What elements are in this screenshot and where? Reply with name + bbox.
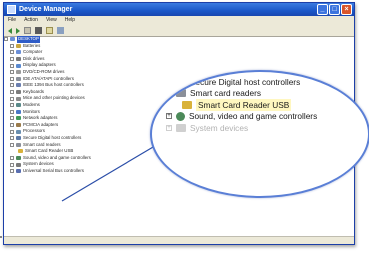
expand-icon[interactable]: + xyxy=(166,78,172,85)
expand-icon[interactable]: + xyxy=(166,113,172,120)
sd-controller-icon xyxy=(176,77,186,86)
zoom-row-sound-video[interactable]: + Sound, video and game controllers xyxy=(166,111,317,123)
zoom-callout: + Secure Digital host controllers − Smar… xyxy=(150,70,369,198)
usb-reader-icon xyxy=(182,100,192,109)
zoom-row-label: Secure Digital host controllers xyxy=(190,76,301,87)
zoom-row-system-devices[interactable]: + System devices xyxy=(166,122,317,134)
collapse-icon[interactable]: − xyxy=(166,90,172,97)
zoom-row-label: Smart Card Reader USB xyxy=(196,98,292,111)
system-icon xyxy=(176,123,186,132)
zoom-row-smart-card-reader-usb[interactable]: Smart Card Reader USB xyxy=(166,98,317,111)
zoom-row-label: Smart card readers xyxy=(190,88,262,99)
zoom-row-label: Sound, video and game controllers xyxy=(189,111,318,122)
zoom-row-smart-card-readers[interactable]: − Smart card readers xyxy=(166,88,317,100)
card-reader-icon xyxy=(176,89,186,98)
expand-icon[interactable]: + xyxy=(166,124,172,131)
zoom-row-secure-digital[interactable]: + Secure Digital host controllers xyxy=(166,76,317,88)
page-edge-mark xyxy=(0,236,2,238)
speaker-icon xyxy=(176,111,185,121)
zoom-row-label: System devices xyxy=(190,122,249,133)
